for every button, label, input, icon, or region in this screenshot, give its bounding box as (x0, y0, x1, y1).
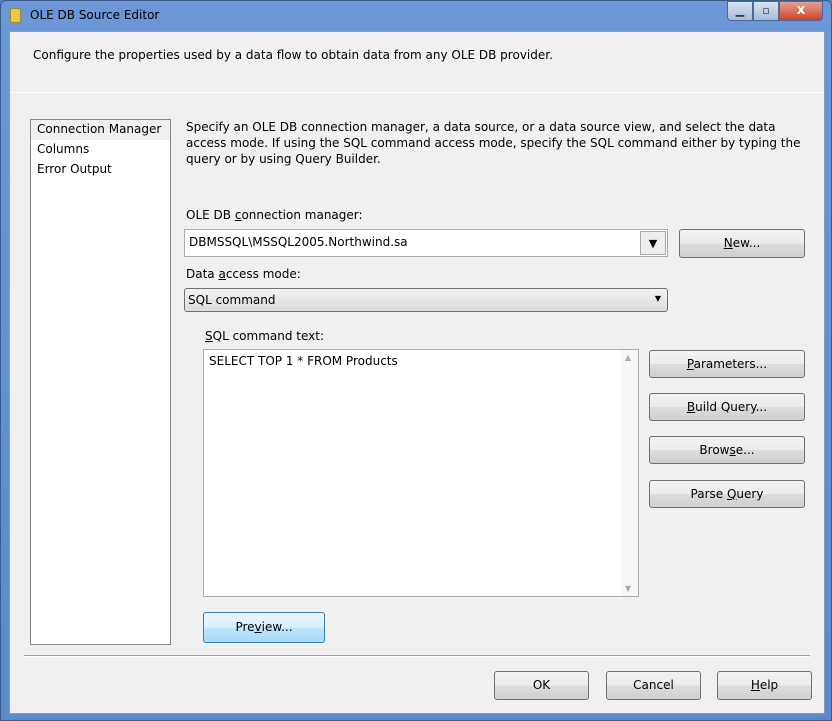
chevron-down-icon: ▼ (654, 294, 661, 303)
dialog-description: Configure the properties used by a data … (33, 48, 553, 62)
new-button[interactable]: New... (679, 229, 805, 258)
vertical-scrollbar[interactable]: ▲ ▼ (621, 350, 638, 596)
build-query-button[interactable]: Build Query... (649, 393, 805, 421)
browse-button[interactable]: Browse... (649, 436, 805, 464)
nav-item-error-output[interactable]: Error Output (31, 160, 170, 180)
page-nav-list: Connection Manager Columns Error Output (30, 119, 171, 645)
divider (10, 92, 824, 93)
connection-manager-combo[interactable]: DBMSSQL\MSSQL2005.Northwind.sa ▼ (184, 229, 668, 257)
instructions-text: Specify an OLE DB connection manager, a … (186, 120, 801, 166)
help-button[interactable]: Help (717, 671, 812, 700)
data-access-mode-select[interactable]: SQL command ▼ (184, 288, 668, 312)
preview-button[interactable]: Preview... (203, 612, 325, 643)
sql-command-value: SELECT TOP 1 * FROM Products (209, 354, 398, 368)
minimize-button[interactable]: ▁ (727, 1, 753, 21)
nav-item-connection-manager[interactable]: Connection Manager (31, 120, 170, 140)
sql-command-label: SQL command text: (205, 329, 325, 343)
ok-button[interactable]: OK (494, 671, 589, 700)
sql-command-textarea[interactable]: SELECT TOP 1 * FROM Products ▲ ▼ (203, 349, 639, 597)
parameters-button[interactable]: Parameters... (649, 350, 805, 378)
maximize-button[interactable]: ▫ (753, 1, 779, 21)
window-frame: OLE DB Source Editor ▁ ▫ X Configure the… (0, 0, 832, 721)
cancel-button[interactable]: Cancel (606, 671, 701, 700)
connection-manager-label: OLE DB connection manager: (186, 208, 363, 222)
window-title: OLE DB Source Editor (30, 8, 160, 22)
app-icon (10, 8, 21, 23)
close-button[interactable]: X (779, 1, 823, 21)
connection-manager-value: DBMSSQL\MSSQL2005.Northwind.sa (189, 235, 408, 249)
data-access-mode-label: Data access mode: (186, 267, 301, 281)
chevron-down-icon[interactable]: ▼ (640, 231, 666, 255)
dialog-client: Configure the properties used by a data … (9, 31, 825, 714)
footer-divider (24, 655, 810, 657)
scroll-down-icon[interactable]: ▼ (625, 584, 631, 593)
scroll-up-icon[interactable]: ▲ (625, 353, 631, 362)
parse-query-button[interactable]: Parse Query (649, 480, 805, 508)
nav-item-columns[interactable]: Columns (31, 140, 170, 160)
data-access-mode-value: SQL command (188, 293, 276, 307)
